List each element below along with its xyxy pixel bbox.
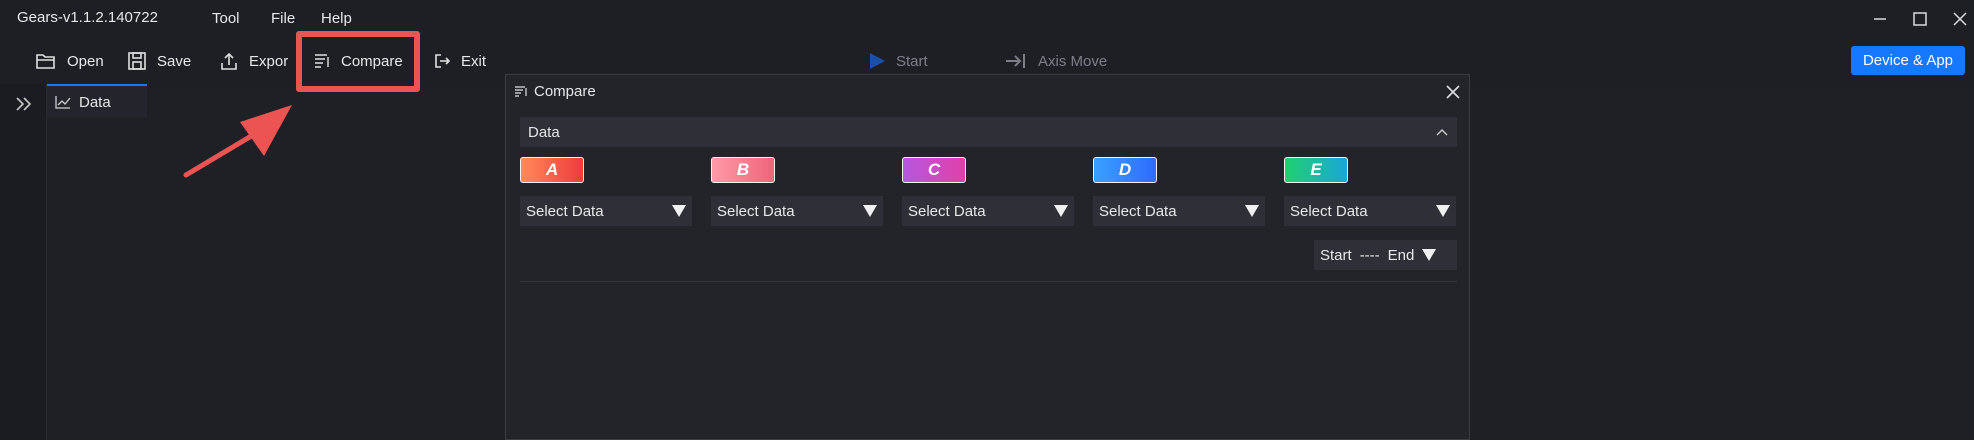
device-app-button[interactable]: Device & App [1851, 46, 1965, 75]
exit-icon [435, 54, 451, 68]
axis-move-button[interactable]: Axis Move [1004, 44, 1107, 78]
slot-b-select-label: Select Data [717, 202, 795, 220]
caret-down-icon [1422, 249, 1437, 261]
slot-d-select-label: Select Data [1099, 202, 1177, 220]
slot-a-select-label: Select Data [526, 202, 604, 220]
range-selector[interactable]: Start ---- End [1314, 240, 1457, 270]
slot-a-select[interactable]: Select Data [520, 196, 692, 226]
save-button[interactable]: Save [127, 44, 191, 78]
export-button[interactable]: Expor [219, 44, 288, 78]
slot-e-select-label: Select Data [1290, 202, 1368, 220]
slot-c-badge[interactable]: C [902, 157, 966, 183]
divider [520, 281, 1457, 282]
minimize-icon[interactable] [1869, 8, 1891, 30]
app-title: Gears-v1.1.2.140722 [17, 9, 158, 26]
caret-down-icon [863, 205, 877, 217]
range-separator: ---- [1359, 246, 1380, 264]
title-bar [0, 0, 1974, 36]
slot-c-select-label: Select Data [908, 202, 986, 220]
expand-icon[interactable] [0, 89, 46, 119]
close-window-icon[interactable] [1949, 8, 1971, 30]
open-label: Open [67, 52, 104, 70]
compare-dialog: Compare Data A Select Data B Select Data… [505, 74, 1470, 440]
section-label: Data [528, 123, 560, 141]
slot-d: D [1093, 157, 1157, 183]
slot-e: E [1284, 157, 1348, 183]
slot-d-badge[interactable]: D [1093, 157, 1157, 183]
slot-c: C [902, 157, 966, 183]
close-icon[interactable] [1443, 82, 1463, 102]
slot-e-select[interactable]: Select Data [1284, 196, 1456, 226]
menu-file[interactable]: File [271, 10, 295, 27]
highlight-box [296, 31, 420, 92]
folder-open-icon [36, 54, 55, 69]
axis-move-label: Axis Move [1038, 52, 1108, 70]
menu-tool[interactable]: Tool [212, 10, 240, 27]
open-button[interactable]: Open [35, 44, 104, 78]
dialog-title: Compare [514, 83, 596, 100]
slot-e-badge[interactable]: E [1284, 157, 1348, 183]
exit-button[interactable]: Exit [433, 44, 486, 78]
tab-data-label: Data [79, 93, 111, 111]
data-section-header[interactable]: Data [520, 117, 1457, 147]
caret-down-icon [1245, 205, 1259, 217]
chevron-up-icon[interactable] [1435, 127, 1449, 137]
exit-label: Exit [461, 52, 487, 70]
slot-a-badge[interactable]: A [520, 157, 584, 183]
save-icon [128, 52, 146, 70]
slot-b-select[interactable]: Select Data [711, 196, 883, 226]
line-chart-icon [55, 96, 71, 109]
slot-a: A [520, 157, 584, 183]
left-rail [0, 84, 47, 440]
annotation-arrow-icon [183, 105, 292, 178]
caret-down-icon [1436, 205, 1450, 217]
menu-help[interactable]: Help [321, 10, 352, 27]
caret-down-icon [1054, 205, 1068, 217]
range-end-label: End [1387, 246, 1415, 264]
slot-d-select[interactable]: Select Data [1093, 196, 1265, 226]
start-label: Start [896, 52, 928, 70]
export-icon [221, 52, 237, 70]
maximize-icon[interactable] [1909, 8, 1931, 30]
slot-b: B [711, 157, 775, 183]
start-button[interactable]: Start [868, 44, 928, 78]
slot-c-select[interactable]: Select Data [902, 196, 1074, 226]
axis-move-icon [1006, 54, 1025, 68]
export-label: Expor [249, 52, 289, 70]
dialog-title-text: Compare [534, 83, 596, 100]
slot-b-badge[interactable]: B [711, 157, 775, 183]
caret-down-icon [672, 205, 686, 217]
tab-data[interactable]: Data [47, 84, 147, 118]
range-start-label: Start [1320, 246, 1352, 264]
save-label: Save [157, 52, 192, 70]
play-icon [870, 53, 885, 69]
compare-icon [515, 85, 527, 97]
